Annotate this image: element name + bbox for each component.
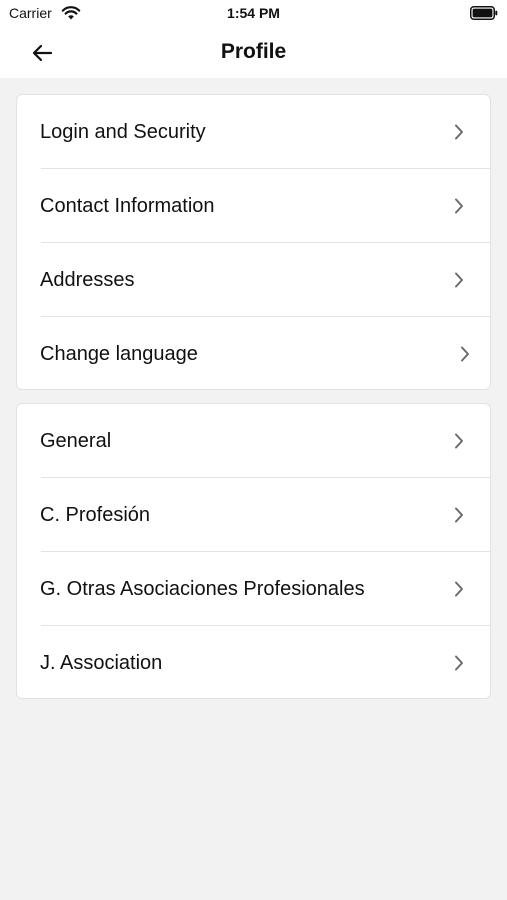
profesion-row[interactable]: C. Profesión	[17, 478, 490, 552]
profile-sections-card: General C. Profesión G. Otras Asociacion…	[16, 403, 491, 699]
change-language-label: Change language	[40, 343, 198, 365]
page-title: Profile	[220, 40, 287, 63]
otras-asociaciones-label: G. Otras Asociaciones Profesionales	[40, 578, 365, 600]
chevron-right-icon	[455, 655, 463, 671]
chevron-right-icon	[455, 581, 463, 597]
chevron-right-icon	[455, 507, 463, 523]
login-security-row[interactable]: Login and Security	[17, 95, 490, 169]
contact-information-row[interactable]: Contact Information	[17, 169, 490, 243]
status-bar: Carrier 1:54 PM	[0, 0, 507, 28]
addresses-label: Addresses	[40, 269, 135, 291]
association-label: J. Association	[40, 652, 163, 674]
otras-asociaciones-row[interactable]: G. Otras Asociaciones Profesionales	[17, 552, 490, 626]
status-time: 1:54 PM	[227, 5, 280, 21]
top-bar: Carrier 1:54 PM Profile	[0, 0, 507, 78]
chevron-right-icon	[455, 433, 463, 449]
general-row[interactable]: General	[17, 404, 490, 478]
account-settings-card: Login and Security Contact Information A…	[16, 94, 491, 390]
chevron-right-icon	[455, 124, 463, 140]
chevron-right-icon	[455, 198, 463, 214]
chevron-right-icon	[455, 272, 463, 288]
general-label: General	[40, 430, 112, 452]
login-security-label: Login and Security	[40, 121, 206, 143]
chevron-right-icon	[461, 346, 469, 362]
change-language-row[interactable]: Change language	[17, 317, 490, 389]
addresses-row[interactable]: Addresses	[17, 243, 490, 317]
contact-information-label: Contact Information	[40, 195, 215, 217]
navigation-bar: Profile	[0, 28, 507, 78]
profesion-label: C. Profesión	[40, 504, 151, 526]
association-row[interactable]: J. Association	[17, 626, 490, 698]
battery-icon	[470, 6, 498, 20]
